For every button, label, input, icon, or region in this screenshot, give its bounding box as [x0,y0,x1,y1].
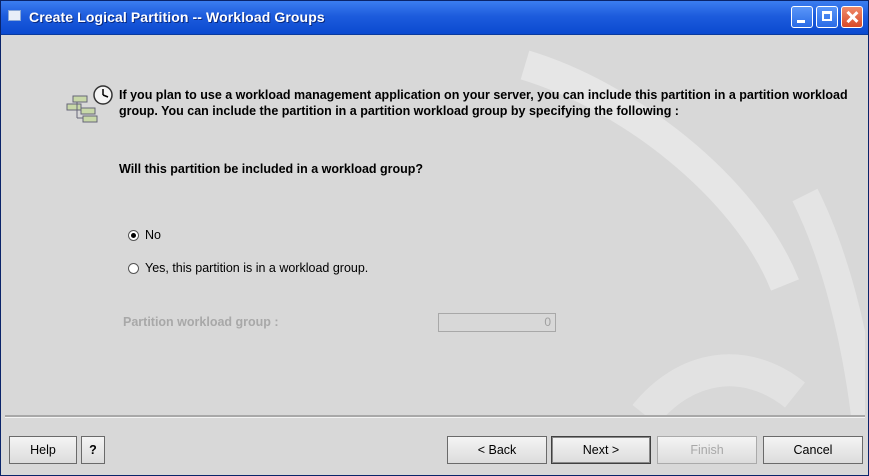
maximize-button[interactable] [816,6,838,28]
help-question-button[interactable]: ? [81,436,105,464]
cancel-button[interactable]: Cancel [763,436,863,464]
close-button[interactable] [841,6,863,28]
workload-group-icon [66,85,113,123]
partition-workload-group-field: 0 [438,313,556,332]
button-bar-separator [5,415,865,418]
window-app-icon [8,10,21,21]
dialog-window: Create Logical Partition -- Workload Gro… [0,0,869,476]
minimize-icon [797,20,805,23]
maximize-icon [822,11,832,21]
radio-no-indicator[interactable] [128,229,139,241]
radio-no[interactable]: No [128,228,161,242]
back-button[interactable]: < Back [447,436,547,464]
question-text: Will this partition be included in a wor… [119,162,424,176]
finish-button: Finish [657,436,757,464]
wizard-content: If you plan to use a workload management… [5,35,865,415]
title-bar[interactable]: Create Logical Partition -- Workload Gro… [1,1,868,35]
radio-yes[interactable]: Yes, this partition is in a workload gro… [128,261,368,275]
close-icon [842,7,862,27]
intro-text: If you plan to use a workload management… [119,88,848,118]
window-title: Create Logical Partition -- Workload Gro… [29,9,325,25]
partition-workload-group-label: Partition workload group : [123,315,279,329]
minimize-button[interactable] [791,6,813,28]
radio-yes-indicator[interactable] [128,262,139,274]
help-button[interactable]: Help [9,436,77,464]
next-button[interactable]: Next > [551,436,651,464]
radio-yes-label[interactable]: Yes, this partition is in a workload gro… [145,261,368,275]
radio-no-label[interactable]: No [145,228,161,242]
